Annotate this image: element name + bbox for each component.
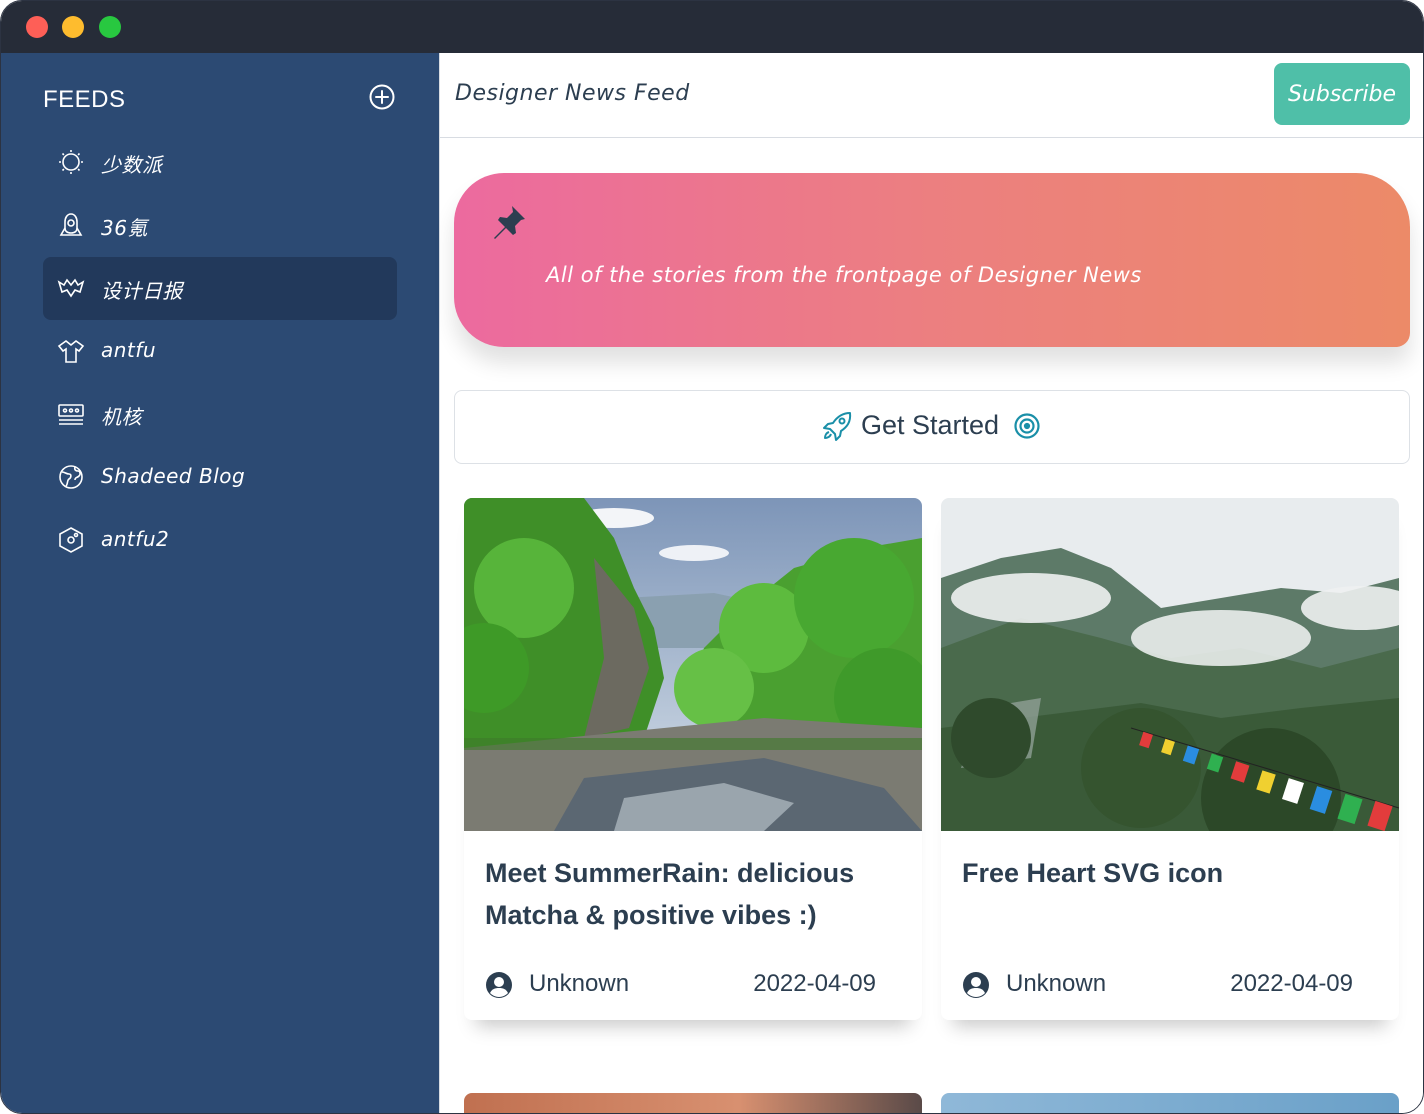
article-author: Unknown [529, 970, 630, 997]
article-image [464, 498, 922, 831]
bat-icon [57, 274, 85, 302]
sidebar-item-label: 机核 [101, 405, 142, 429]
user-circle-icon [962, 971, 990, 999]
sidebar-item-label: 少数派 [101, 153, 163, 177]
rocket-icon [821, 410, 853, 442]
sidebar-item-label: antfu2 [101, 527, 170, 551]
sidebar-item-label: antfu [101, 338, 156, 362]
sidebar-item-design-daily[interactable]: 设计日报 [43, 257, 397, 320]
feed-description-banner: All of the stories from the frontpage of… [454, 173, 1410, 347]
plus-circle-icon[interactable] [369, 84, 395, 110]
article-image [941, 498, 1399, 831]
sidebar-item-36kr[interactable]: 36氪 [43, 194, 397, 257]
feed-title: Designer News Feed [455, 81, 690, 106]
article-date: 2022-04-09 [753, 970, 876, 997]
article-title: Free Heart SVG icon [962, 858, 1224, 888]
sidebar-item-label: 36氪 [101, 216, 148, 240]
sidebar-title: FEEDS [43, 86, 126, 113]
sidebar-item-shadeed-blog[interactable]: Shadeed Blog [43, 446, 397, 509]
article-card-image-partial[interactable] [464, 1093, 922, 1113]
shirt-icon [57, 337, 85, 365]
article-card-image-partial[interactable] [941, 1093, 1399, 1113]
article-card[interactable]: Meet SummerRain: delicious Matcha & posi… [464, 498, 922, 1020]
get-started-button[interactable]: Get Started [454, 390, 1410, 464]
article-card[interactable]: Free Heart SVG icon Unknown 2022-04-09 [941, 498, 1399, 1020]
sidebar-item-gcores[interactable]: 机核 [43, 383, 397, 446]
get-started-label: Get Started [861, 410, 1000, 440]
feed-list: 少数派 36氪 设计日报 antfu 机核 Shadeed Blog antfu… [43, 131, 397, 572]
main-content: Designer News Feed Subscribe All of the … [439, 53, 1423, 1113]
subscribe-button[interactable]: Subscribe [1274, 63, 1410, 125]
minimize-window-button[interactable] [62, 16, 84, 38]
pushpin-icon [490, 203, 528, 241]
globe-icon [57, 463, 85, 491]
user-circle-icon [485, 971, 513, 999]
server-icon [57, 400, 85, 428]
sidebar-item-shaoshupai[interactable]: 少数派 [43, 131, 397, 194]
close-window-button[interactable] [26, 16, 48, 38]
article-author: Unknown [1006, 970, 1107, 997]
target-icon [1013, 412, 1041, 440]
sun-icon [57, 148, 85, 176]
feed-header: Designer News Feed Subscribe [440, 53, 1423, 138]
article-date: 2022-04-09 [1230, 970, 1353, 997]
sidebar-header: FEEDS [43, 83, 397, 117]
astronaut-icon [57, 211, 85, 239]
title-bar [1, 1, 1423, 53]
app-window: FEEDS 少数派 36氪 设计日报 antfu 机核 Shadeed Blog… [0, 0, 1424, 1114]
sidebar: FEEDS 少数派 36氪 设计日报 antfu 机核 Shadeed Blog… [1, 53, 439, 1113]
zoom-window-button[interactable] [99, 16, 121, 38]
article-title: Meet SummerRain: delicious Matcha & posi… [485, 858, 855, 930]
sidebar-item-label: Shadeed Blog [101, 464, 246, 488]
sidebar-item-antfu[interactable]: antfu [43, 320, 397, 383]
banner-text: All of the stories from the frontpage of… [546, 263, 1142, 287]
sidebar-item-antfu2[interactable]: antfu2 [43, 509, 397, 572]
sidebar-item-label: 设计日报 [101, 279, 183, 303]
hexagon-icon [57, 526, 85, 554]
